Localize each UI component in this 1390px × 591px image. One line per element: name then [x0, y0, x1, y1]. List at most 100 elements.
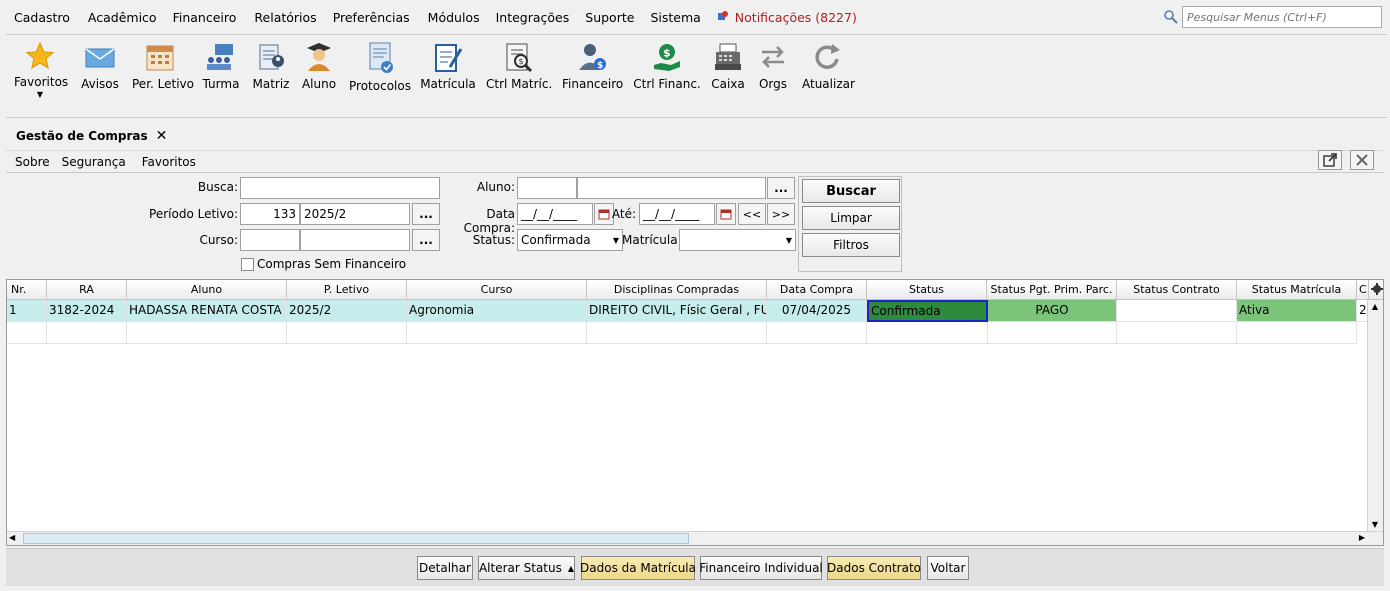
- external-window-icon: [1323, 153, 1337, 167]
- star-icon: [25, 41, 55, 70]
- compras-sem-financeiro-checkbox[interactable]: [241, 258, 254, 271]
- detach-window-button[interactable]: [1318, 150, 1342, 170]
- per-letivo-button[interactable]: Per. Letivo: [132, 41, 194, 91]
- alterar-status-label: Alterar Status: [478, 561, 562, 575]
- enrollment-control-icon: $: [506, 43, 533, 73]
- col-ra[interactable]: RA: [47, 280, 127, 300]
- close-window-button[interactable]: [1350, 150, 1374, 170]
- scroll-right-icon[interactable]: ▶: [1359, 533, 1365, 542]
- menu-search-input[interactable]: [1182, 6, 1382, 28]
- cell-status-pgt: PAGO: [988, 300, 1117, 322]
- col-nr[interactable]: Nr.: [7, 280, 47, 300]
- favoritos-button[interactable]: Favoritos ▼: [14, 41, 68, 99]
- menu-suporte[interactable]: Suporte: [585, 10, 634, 25]
- col-status[interactable]: Status: [867, 280, 987, 300]
- dados-contrato-button[interactable]: Dados Contrato: [827, 556, 921, 580]
- busca-input[interactable]: [240, 177, 440, 199]
- menu-financeiro[interactable]: Financeiro: [173, 10, 237, 25]
- protocolos-button[interactable]: Protocolos: [348, 41, 412, 93]
- cell-status-matricula: Ativa: [1237, 300, 1357, 322]
- scroll-up-icon[interactable]: ▲: [1370, 302, 1380, 312]
- ate-input[interactable]: __/__/____: [639, 203, 715, 225]
- col-c[interactable]: C: [1357, 280, 1369, 300]
- notification-icon: [717, 11, 728, 20]
- finance-person-icon: $: [579, 44, 606, 71]
- scrollbar-thumb[interactable]: [23, 533, 689, 544]
- tab-gestao-compras[interactable]: Gestão de Compras ✕: [6, 124, 178, 148]
- turma-button[interactable]: Turma: [202, 41, 240, 91]
- menu-sistema[interactable]: Sistema: [650, 10, 700, 25]
- main-toolbar: Favoritos ▼ Avisos Per. Letivo Turma Mat…: [6, 34, 1386, 118]
- action-buttons-panel: Buscar Limpar Filtros: [798, 176, 902, 272]
- module-submenu: Sobre Segurança Favoritos: [6, 150, 1384, 172]
- scroll-left-icon[interactable]: ◀: [9, 533, 15, 542]
- col-aluno[interactable]: Aluno: [127, 280, 287, 300]
- matricula-button[interactable]: Matrícula: [420, 41, 476, 91]
- status-select[interactable]: Confirmada ▼: [517, 229, 623, 251]
- table-row[interactable]: 1 3182-2024 HADASSA RENATA COSTA 2025/2 …: [7, 300, 1383, 322]
- atualizar-button[interactable]: Atualizar: [802, 41, 855, 91]
- submenu-favoritos[interactable]: Favoritos: [142, 155, 196, 169]
- ctrl-matric-button[interactable]: $ Ctrl Matríc.: [486, 41, 552, 91]
- curso-input[interactable]: [300, 229, 410, 251]
- submenu-seguranca[interactable]: Segurança: [62, 155, 126, 169]
- col-data-compra[interactable]: Data Compra: [767, 280, 867, 300]
- menu-cadastro[interactable]: Cadastro: [14, 10, 70, 25]
- periodo-letivo-input[interactable]: 2025/2: [300, 203, 410, 225]
- caret-up-icon: ▲: [567, 563, 575, 573]
- ate-calendar-button[interactable]: [716, 203, 736, 225]
- notifications-link[interactable]: Notificações (8227): [717, 10, 857, 25]
- status-label: Status:: [472, 233, 515, 247]
- scroll-down-icon[interactable]: ▼: [1370, 520, 1380, 530]
- bottom-action-bar: Detalhar Alterar Status ▲ Dados da Matrí…: [6, 548, 1384, 586]
- financeiro-individual-button[interactable]: Financeiro Individual: [699, 556, 823, 580]
- menu-integracoes[interactable]: Integrações: [496, 10, 570, 25]
- alterar-status-button[interactable]: Alterar Status ▲: [478, 556, 575, 580]
- detalhar-button[interactable]: Detalhar: [417, 556, 473, 580]
- caixa-button[interactable]: Caixa: [710, 41, 746, 91]
- cell-ra: 3182-2024: [47, 300, 127, 322]
- aluno-lookup-button[interactable]: ...: [767, 177, 795, 199]
- column-settings-button[interactable]: [1369, 280, 1383, 300]
- per-letivo-label: Per. Letivo: [132, 77, 194, 91]
- busca-label: Busca:: [197, 180, 238, 194]
- aluno-input[interactable]: [577, 177, 766, 199]
- col-disciplinas[interactable]: Disciplinas Compradas: [587, 280, 767, 300]
- svg-text:$: $: [663, 47, 671, 60]
- menu-relatorios[interactable]: Relatórios: [254, 10, 316, 25]
- data-compra-input[interactable]: __/__/____: [517, 203, 593, 225]
- orgs-button[interactable]: Orgs: [756, 41, 790, 91]
- matriz-button[interactable]: Matriz: [252, 41, 290, 91]
- limpar-button[interactable]: Limpar: [802, 206, 900, 230]
- dados-matricula-button[interactable]: Dados da Matrícula: [580, 556, 696, 580]
- orgs-label: Orgs: [758, 77, 788, 91]
- col-status-pgt[interactable]: Status Pgt. Prim. Parc.: [987, 280, 1117, 300]
- grid-horizontal-scrollbar[interactable]: ◀ ▶: [7, 531, 1383, 545]
- menu-preferencias[interactable]: Preferências: [333, 10, 410, 25]
- grid-vertical-scrollbar[interactable]: ▲ ▼: [1367, 300, 1383, 532]
- col-status-contrato[interactable]: Status Contrato: [1117, 280, 1237, 300]
- previous-period-button[interactable]: <<: [738, 203, 766, 225]
- aluno-button[interactable]: Aluno: [300, 41, 338, 91]
- periodo-letivo-code-input[interactable]: 133: [240, 203, 300, 225]
- aluno-code-input[interactable]: [517, 177, 577, 199]
- menu-modulos[interactable]: Módulos: [428, 10, 480, 25]
- filtros-button[interactable]: Filtros: [802, 233, 900, 257]
- swap-arrows-icon: [762, 46, 784, 68]
- cell-curso: Agronomia: [407, 300, 587, 322]
- col-p-letivo[interactable]: P. Letivo: [287, 280, 407, 300]
- col-curso[interactable]: Curso: [407, 280, 587, 300]
- matricula-select[interactable]: ▼: [679, 229, 796, 251]
- close-tab-icon[interactable]: ✕: [156, 128, 168, 144]
- voltar-button[interactable]: Voltar: [927, 556, 969, 580]
- col-status-matricula[interactable]: Status Matrícula: [1237, 280, 1357, 300]
- buscar-button[interactable]: Buscar: [802, 179, 900, 203]
- cell-status[interactable]: Confirmada: [867, 300, 988, 322]
- ctrl-financ-button[interactable]: $ Ctrl Financ.: [632, 41, 702, 91]
- next-period-button[interactable]: >>: [767, 203, 795, 225]
- financeiro-button[interactable]: $ Financeiro: [562, 41, 623, 91]
- curso-code-input[interactable]: [240, 229, 300, 251]
- menu-academico[interactable]: Acadêmico: [88, 10, 157, 25]
- avisos-button[interactable]: Avisos: [80, 41, 120, 91]
- submenu-sobre[interactable]: Sobre: [15, 155, 50, 169]
